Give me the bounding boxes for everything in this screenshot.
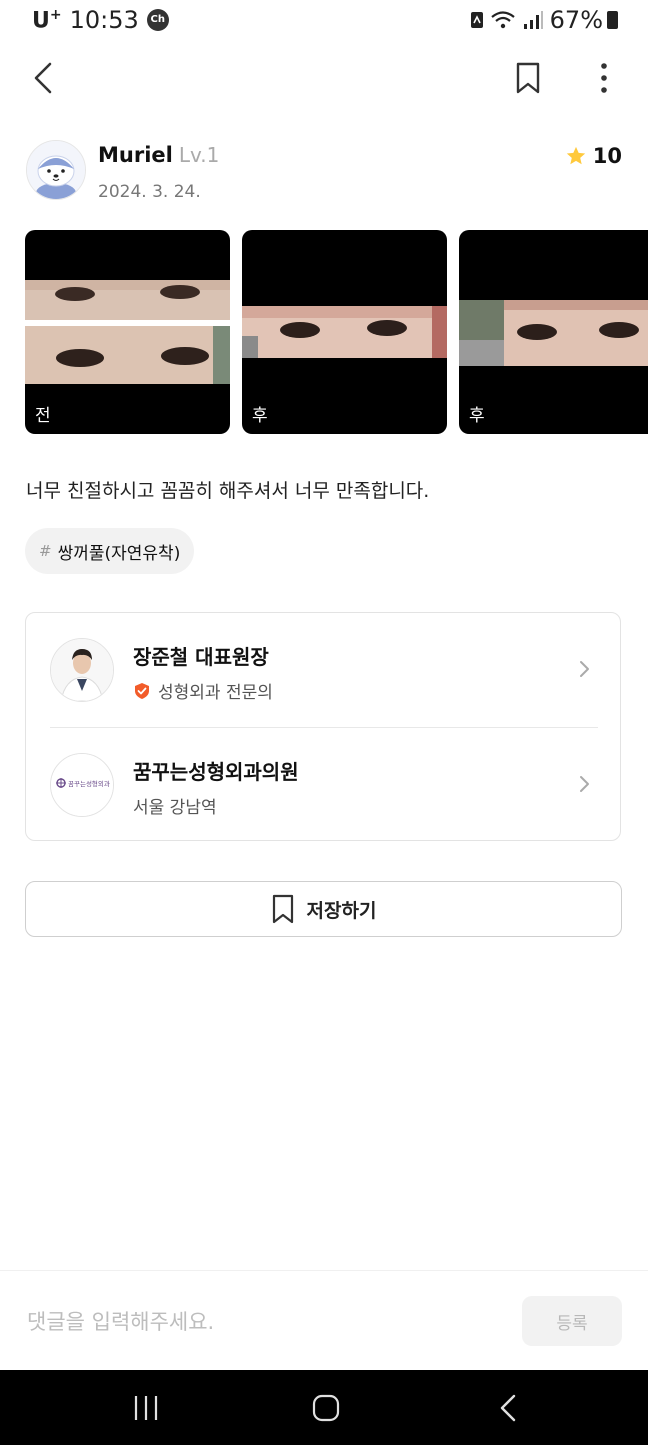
hashtag-chip[interactable]: # 쌍꺼풀(자연유착) — [25, 528, 195, 574]
app-bar — [0, 50, 648, 106]
save-button-label: 저장하기 — [306, 899, 377, 922]
back-button[interactable] — [24, 58, 64, 98]
review-date: 2024. 3. 24. — [98, 182, 201, 202]
home-button[interactable] — [302, 1390, 350, 1426]
doctor-photo — [50, 638, 114, 702]
star-icon — [566, 146, 585, 165]
save-button[interactable]: 저장하기 — [25, 881, 622, 937]
chevron-right-icon — [580, 661, 589, 677]
author-level: Lv.1 — [178, 143, 220, 167]
clinic-logo-image: 꿈꾸는성형외과 — [51, 754, 113, 816]
home-icon — [312, 1394, 340, 1422]
recent-apps-icon — [134, 1396, 158, 1420]
chevron-left-icon — [34, 62, 52, 94]
avatar[interactable] — [26, 140, 86, 200]
photo-tag: 후 — [469, 406, 485, 426]
wifi-icon — [490, 11, 515, 29]
clinic-name: 꿈꾸는성형외과의원 — [133, 760, 299, 784]
clinic-row[interactable]: 꿈꾸는성형외과 꿈꾸는성형외과의원 서울 강남역 — [26, 728, 620, 842]
eye-photo-image — [242, 306, 447, 358]
recent-apps-button[interactable] — [122, 1390, 170, 1426]
photo-tag: 전 — [35, 406, 51, 426]
doctor-specialty: 성형외과 전문의 — [158, 683, 273, 703]
bookmark-icon — [272, 894, 293, 924]
author-name: Muriel — [98, 143, 173, 167]
system-navigation-bar — [0, 1370, 648, 1445]
review-body-text: 너무 친절하시고 꼼꼼히 해주셔서 너무 만족합니다. — [26, 480, 430, 502]
status-bar: U+ 10:53 Ch 67% — [0, 0, 648, 44]
verified-badge-icon — [135, 682, 149, 699]
otter-avatar-icon — [27, 141, 85, 199]
more-options-button[interactable] — [584, 58, 624, 98]
svg-text:꿈꾸는성형외과: 꿈꾸는성형외과 — [68, 779, 110, 788]
review-author-header: Muriel Lv.1 2024. 3. 24. 10 — [26, 140, 626, 204]
chat-notification-icon: Ch — [146, 9, 169, 31]
carrier-label: U+ — [32, 6, 62, 34]
doctor-row[interactable]: 장준철 대표원장 성형외과 전문의 — [26, 613, 620, 727]
author-name-row: Muriel Lv.1 — [98, 143, 219, 167]
hashtag-label: 쌍꺼풀(자연유착) — [57, 543, 181, 564]
comment-input[interactable] — [25, 1299, 499, 1345]
clinic-location: 서울 강남역 — [133, 798, 217, 818]
bookmark-icon — [516, 62, 540, 94]
status-time: 10:53 — [69, 6, 139, 34]
doctor-specialty-row: 성형외과 전문의 — [133, 678, 273, 703]
more-vertical-icon — [601, 63, 607, 93]
comment-submit-button[interactable]: 등록 — [522, 1296, 622, 1346]
nfc-icon — [470, 12, 483, 28]
back-icon — [500, 1394, 516, 1422]
bookmark-button[interactable] — [508, 58, 548, 98]
doctor-clinic-card: 장준철 대표원장 성형외과 전문의 꿈꾸는성형외과 꿈꾸는성형외과의원 서울 강… — [25, 612, 621, 841]
battery-icon — [607, 11, 618, 29]
doctor-avatar-icon — [51, 639, 113, 701]
doctor-name: 장준철 대표원장 — [133, 645, 269, 669]
hash-icon: # — [39, 542, 52, 560]
clinic-logo: 꿈꾸는성형외과 — [50, 753, 114, 817]
comment-bar: 등록 — [0, 1270, 648, 1371]
rating: 10 — [565, 144, 622, 168]
system-back-button[interactable] — [484, 1390, 532, 1426]
review-photo-after-1[interactable]: 후 — [242, 230, 447, 434]
photo-tag: 후 — [252, 406, 268, 426]
review-photo-after-2[interactable]: 후 — [459, 230, 648, 434]
signal-icon — [523, 11, 543, 29]
review-photo-carousel[interactable]: 전 후 후 — [25, 230, 648, 435]
chevron-right-icon — [580, 776, 589, 792]
eye-photo-image — [459, 300, 648, 366]
rating-value: 10 — [592, 144, 622, 168]
review-photo-before[interactable]: 전 — [25, 230, 230, 434]
eye-photo-image — [25, 280, 230, 384]
battery-percent: 67% — [549, 6, 603, 34]
